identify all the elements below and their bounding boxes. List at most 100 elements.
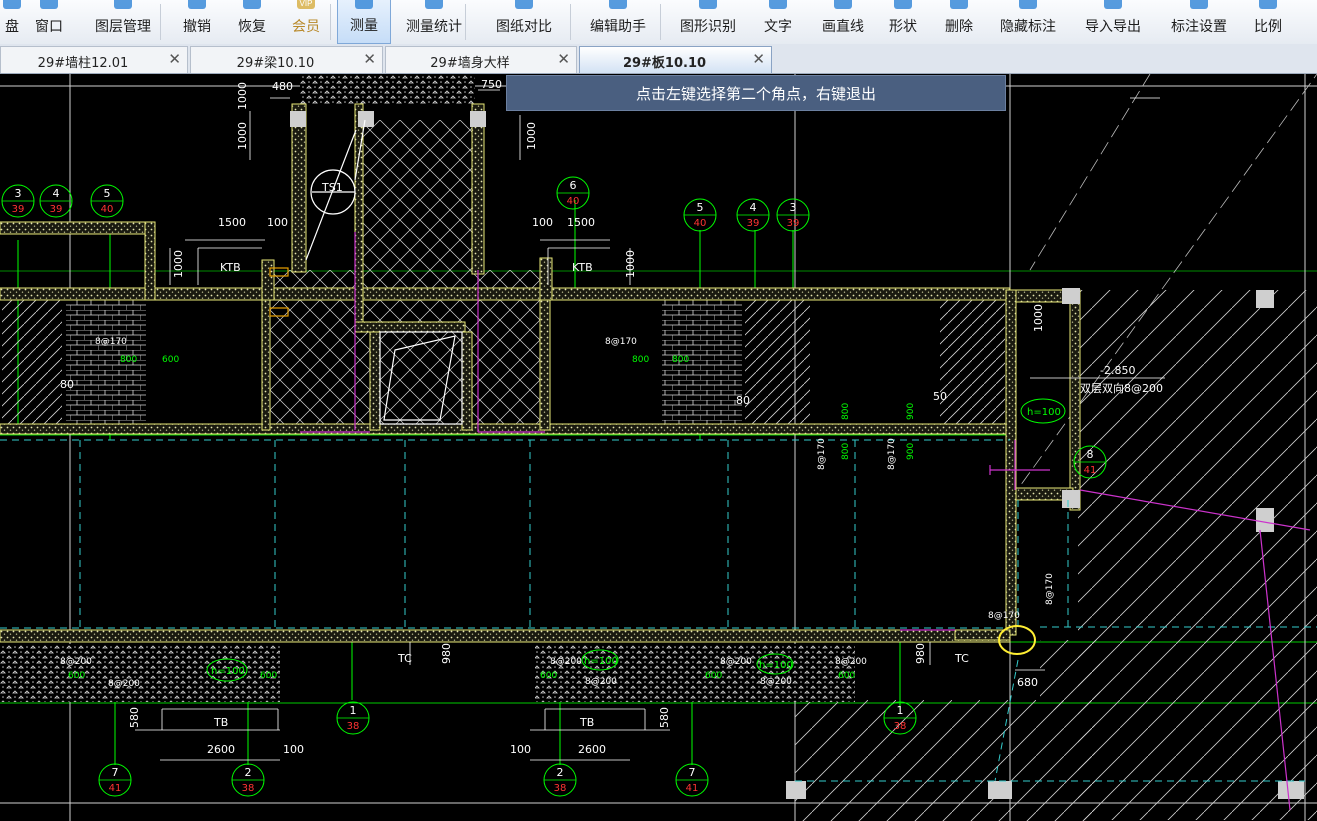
rebar-note-11: 8@200	[720, 657, 752, 667]
rebar-note-13: 8@200	[835, 657, 867, 667]
dim-900-b: 900	[906, 443, 916, 460]
toolbar-button-17[interactable]: 标注设置	[1159, 0, 1239, 44]
dim-2600-a: 2600	[207, 743, 235, 756]
toolbar-button-16[interactable]: 导入导出	[1073, 0, 1153, 44]
dim-580-a: 580	[128, 707, 141, 728]
shape-icon	[891, 0, 915, 16]
toolbar-button-15[interactable]: 隐藏标注	[990, 0, 1066, 44]
dim-800-a: 800	[120, 355, 137, 365]
toolbar-label: 撤销	[183, 19, 211, 35]
import-export-icon	[1101, 0, 1125, 16]
edit-assistant-icon	[606, 0, 630, 16]
toolbar-separator	[465, 4, 466, 40]
axis-bubble-sheet: 41	[109, 783, 122, 794]
dim-600-f: 600	[838, 671, 855, 681]
toolbar-button-8[interactable]: 图纸对比	[484, 0, 564, 44]
rebar-note-5: 8@170	[988, 611, 1020, 621]
toolbar-button-14[interactable]: 删除	[933, 0, 985, 44]
undo-icon	[185, 0, 209, 16]
dim-580-b: 580	[658, 707, 671, 728]
axis-bubble: 540	[683, 198, 717, 232]
rebar-note-4: 8@170	[887, 438, 897, 470]
dim-80-b: 80	[736, 394, 750, 407]
toolbar-label: 隐藏标注	[1000, 19, 1056, 35]
axis-bubble: 439	[39, 184, 73, 218]
label-tb-right: TB	[579, 716, 594, 729]
dim-1000-b: 1000	[236, 122, 249, 150]
toolbar-separator	[570, 4, 571, 40]
dim-100-a: 100	[267, 216, 288, 229]
toolbar-button-13[interactable]: 形状	[878, 0, 928, 44]
dim-50: 50	[933, 390, 947, 403]
toolbar-button-3[interactable]: 撤销	[172, 0, 222, 44]
axis-bubble: 540	[90, 184, 124, 218]
rebar-note-6: 8@170	[1045, 573, 1055, 605]
drawing-canvas[interactable]: 480 750 1000 1000 1000 1500 100 100 1500…	[0, 74, 1317, 821]
axis-bubble-sheet: 38	[554, 783, 567, 794]
toolbar-label: 盘	[5, 19, 19, 35]
toolbar-button-18[interactable]: 比例	[1243, 0, 1293, 44]
rebar-note-7: 8@200	[60, 657, 92, 667]
toolbar-label: 恢复	[238, 19, 266, 35]
h100-label-1: h=100	[1027, 407, 1061, 418]
axis-bubble-number: 3	[15, 187, 22, 200]
drawing-tab-1[interactable]: 29#梁10.10 ✕	[190, 46, 383, 73]
toolbar-label: 图层管理	[95, 19, 151, 35]
toolbar-button-11[interactable]: 文字	[753, 0, 803, 44]
hint-bar: 点击左键选择第二个角点，右键退出	[506, 75, 1006, 111]
h100-label-4: h=100	[759, 660, 793, 671]
dim-100-b: 100	[532, 216, 553, 229]
close-icon[interactable]: ✕	[557, 50, 570, 68]
dim-600-c: 600	[260, 671, 277, 681]
axis-bubble-number: 8	[1087, 448, 1094, 461]
dim-680: 680	[1017, 676, 1038, 689]
toolbar-button-9[interactable]: 编辑助手	[578, 0, 658, 44]
dim-600-e: 600	[705, 671, 722, 681]
drawing-tab-3[interactable]: 29#板10.10 ✕	[579, 46, 772, 73]
axis-bubble-number: 4	[53, 187, 60, 200]
hint-text: 点击左键选择第二个角点，右键退出	[635, 84, 876, 103]
scale-icon	[1256, 0, 1280, 16]
toolbar-button-7[interactable]: 测量统计	[392, 0, 476, 44]
axis-bubble-sheet: 41	[1084, 465, 1097, 476]
axis-bubble-number: 2	[245, 766, 252, 779]
close-icon[interactable]: ✕	[168, 50, 181, 68]
axis-bubble-sheet: 39	[787, 218, 800, 229]
h100-label-3: h=100	[584, 656, 618, 667]
axis-bubble: 339	[1, 184, 35, 218]
axis-bubble: 741	[675, 763, 709, 797]
toolbar-button-6[interactable]: 测量	[337, 0, 391, 44]
toolbar-button-12[interactable]: 画直线	[810, 0, 876, 44]
toolbar-label: 删除	[945, 19, 973, 35]
axis-bubble-sheet: 39	[12, 204, 25, 215]
dim-600-b: 600	[68, 671, 85, 681]
drawing-tab-0[interactable]: 29#墙柱12.01 ✕	[0, 46, 188, 73]
drawing-tab-2[interactable]: 29#墙身大样 ✕	[385, 46, 577, 73]
axis-bubble-sheet: 39	[747, 218, 760, 229]
rebar-note-10: 8@200	[585, 677, 617, 687]
dim-2600-b: 2600	[578, 743, 606, 756]
toolbar-button-2[interactable]: 图层管理	[84, 0, 162, 44]
text-icon	[766, 0, 790, 16]
toolbar-button-0[interactable]: 盘	[0, 0, 24, 44]
line-icon	[831, 0, 855, 16]
toolbar-label: 编辑助手	[590, 19, 646, 35]
close-icon[interactable]: ✕	[752, 50, 765, 68]
h100-label-2: h=100	[211, 666, 245, 677]
concrete-walls	[0, 103, 1081, 643]
axis-bubble: 439	[736, 198, 770, 232]
toolbar-button-10[interactable]: 图形识别	[668, 0, 748, 44]
ruler-icon	[352, 0, 376, 16]
dim-800-b: 800	[632, 355, 649, 365]
toolbar-button-1[interactable]: 窗口	[24, 0, 74, 44]
toolbar-label: 导入导出	[1085, 19, 1141, 35]
close-icon[interactable]: ✕	[363, 50, 376, 68]
tab-label: 29#墙柱12.01	[37, 56, 129, 71]
axis-bubble-number: 7	[689, 766, 696, 779]
rebar-note-3: 8@170	[817, 438, 827, 470]
label-ktb-left: KTB	[220, 261, 241, 274]
tab-label: 29#墙身大样	[430, 56, 510, 71]
label-tc-right: TC	[954, 652, 969, 665]
toolbar-button-5[interactable]: VIP 会员	[283, 0, 329, 44]
toolbar-button-4[interactable]: 恢复	[226, 0, 278, 44]
